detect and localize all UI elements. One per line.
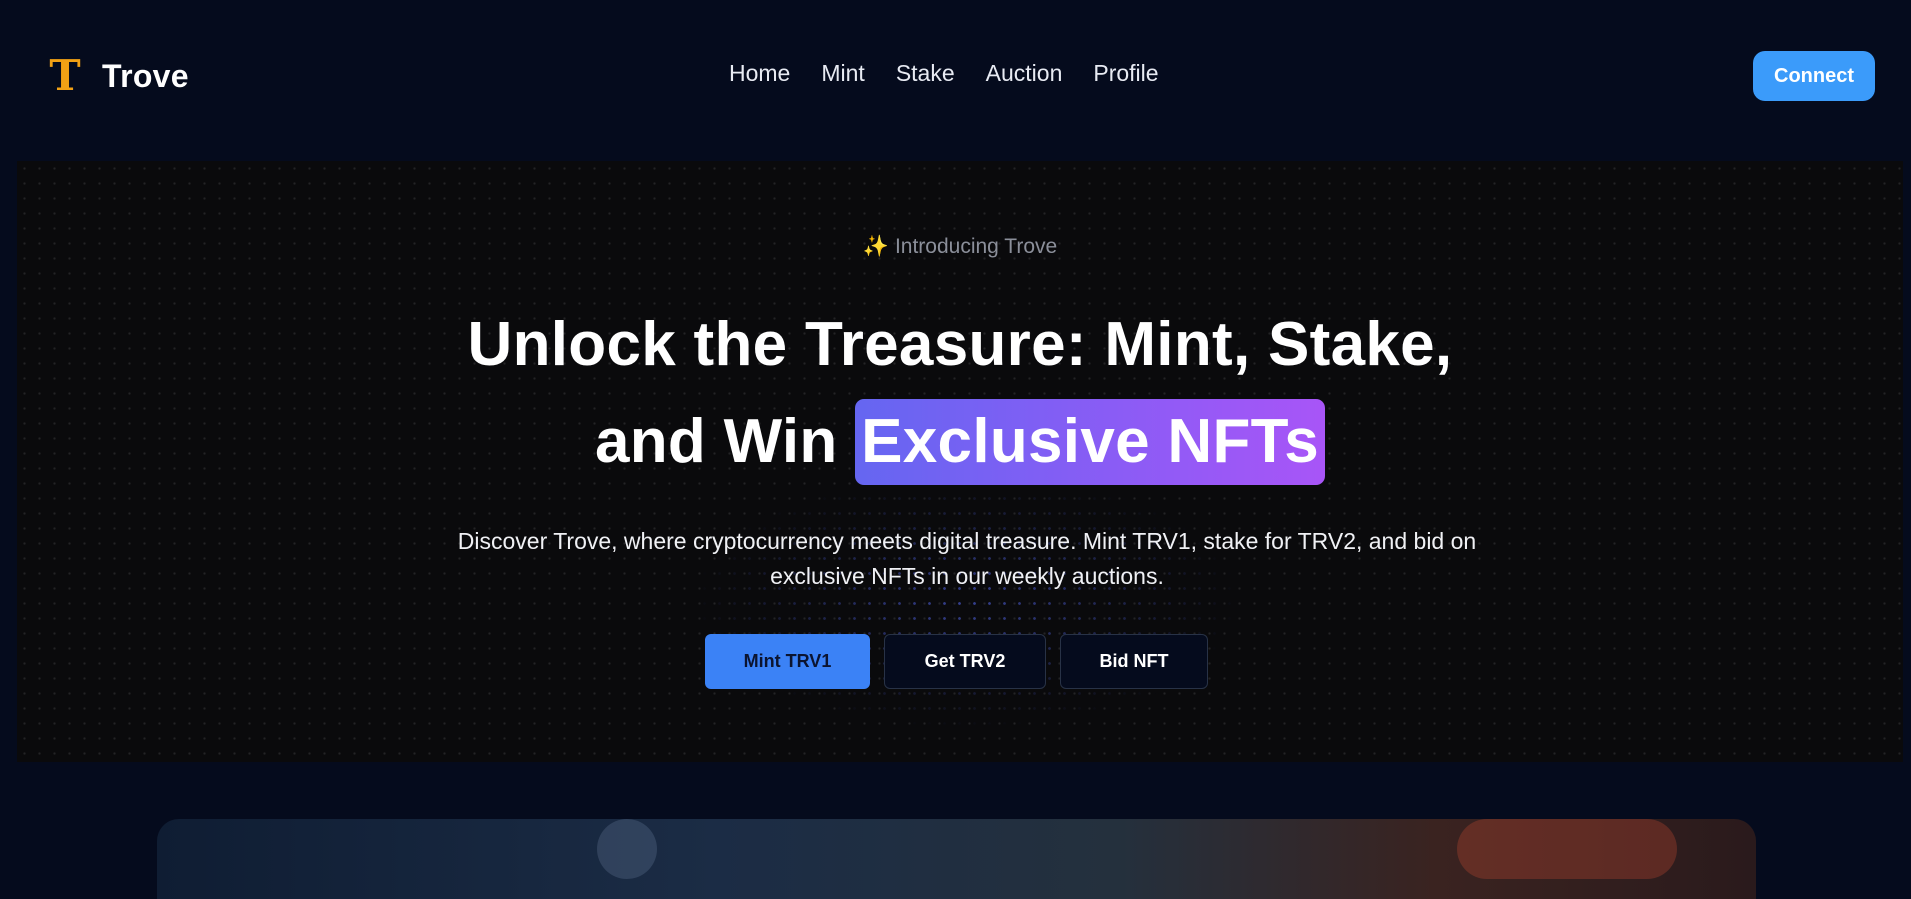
showcase-fire-blob [1457,819,1677,879]
headline-highlight: Exclusive NFTs [855,399,1326,485]
showcase-highlight-blob [597,819,657,879]
sparkles-icon: ✨ [862,235,889,258]
headline-line-1: Unlock the Treasure: Mint, Stake, [467,310,1453,379]
nav-link-stake[interactable]: Stake [896,60,955,87]
navbar: T Trove Home Mint Stake Auction Profile … [0,0,1911,152]
nav-link-home[interactable]: Home [729,60,790,87]
cta-button-group: Mint TRV1 Get TRV2 Bid NFT [705,634,1208,689]
headline-line-2-prefix: and Win [594,407,838,476]
hero-eyebrow: ✨ Introducing Trove [17,235,1903,259]
mint-trv1-button[interactable]: Mint TRV1 [705,634,870,689]
nav-link-profile[interactable]: Profile [1093,60,1158,87]
hero-description: Discover Trove, where cryptocurrency mee… [457,528,1477,589]
hero-section: ✨ Introducing Trove Unlock the Treasure: … [17,161,1903,762]
eyebrow-text: Introducing Trove [894,235,1058,258]
hero-dot-glow [667,461,1267,741]
brand-name: Trove [102,57,189,94]
hero-headline: Unlock the Treasure: Mint, Stake, and Wi… [17,296,1903,490]
trove-logo-icon: T [49,51,81,100]
nav-link-mint[interactable]: Mint [821,60,864,87]
brand[interactable]: T Trove [48,52,189,100]
nav-link-auction[interactable]: Auction [986,60,1063,87]
hero-showcase-image [157,819,1756,899]
bid-nft-button[interactable]: Bid NFT [1060,634,1208,689]
get-trv2-button[interactable]: Get TRV2 [884,634,1046,689]
main-nav: Home Mint Stake Auction Profile [729,60,1159,87]
connect-wallet-button[interactable]: Connect [1753,51,1875,101]
